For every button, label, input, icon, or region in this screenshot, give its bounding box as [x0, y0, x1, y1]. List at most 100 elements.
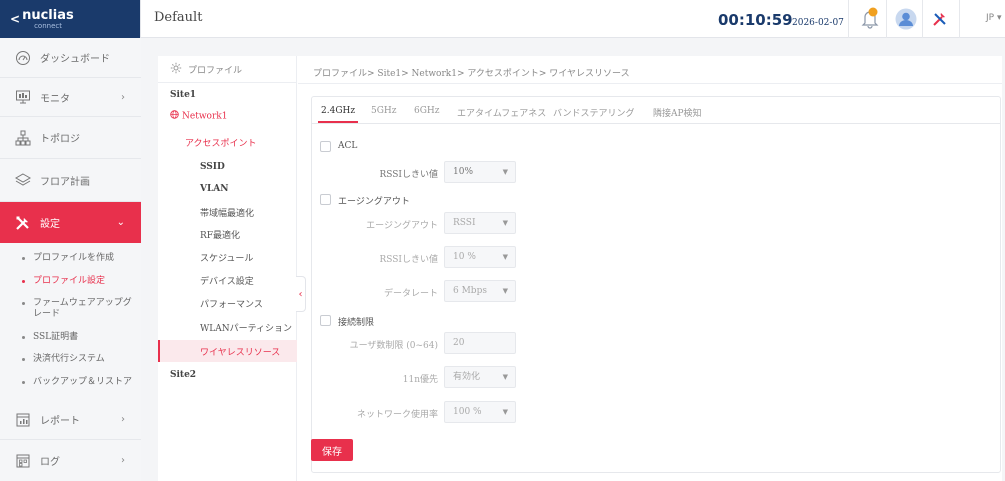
sidebar-item-settings[interactable]: 設定 ⌄ — [0, 202, 141, 243]
network-globe-icon — [170, 110, 179, 122]
sidebar-item-topology[interactable]: トポロジ — [0, 117, 141, 159]
tree-wireless-resource[interactable]: ワイヤレスリソース — [200, 345, 280, 358]
sidebar-item-log[interactable]: ログ › — [0, 440, 141, 481]
breadcrumb: プロファイル> Site1> Network1> アクセスポイント> ワイヤレス… — [313, 69, 630, 79]
acl-rssi-label: RSSIしきい値 — [379, 170, 438, 180]
aging-mode-label: エージングアウト — [366, 221, 438, 231]
tab-2-4ghz[interactable]: 2.4GHz — [321, 106, 355, 116]
acl-checkbox[interactable] — [320, 141, 331, 152]
tab-band-steering[interactable]: バンドステアリング — [553, 106, 634, 119]
sidebar-item-floor-plan[interactable]: フロア計画 — [0, 159, 141, 202]
network-usage-label: ネットワーク使用率 — [356, 410, 438, 420]
sidebar: < nuclias connect ダッシュボード モニタ › トポロジ フロア… — [0, 0, 141, 481]
profile-tree-heading: プロファイル — [188, 65, 243, 76]
floor-plan-icon — [14, 171, 32, 189]
logo-sub-text: connect — [34, 21, 62, 30]
chevron-down-icon: ⌄ — [116, 217, 125, 228]
tree-vlan[interactable]: VLAN — [200, 184, 229, 194]
main-card: プロファイル Site1 Network1 アクセスポイント SSID VLAN… — [158, 56, 1002, 481]
submenu-firmware-upgrade[interactable]: ファームウェアアップグ レード — [22, 298, 132, 320]
header-divider — [848, 0, 849, 38]
bullet-icon — [22, 336, 25, 339]
tree-site1[interactable]: Site1 — [170, 90, 196, 100]
bullet-icon — [22, 302, 25, 305]
aging-rssi-label: RSSIしきい値 — [379, 255, 438, 265]
sidebar-item-label: モニタ — [40, 93, 70, 105]
sidebar-item-label: ログ — [40, 457, 60, 468]
caret-down-icon: ▼ — [502, 287, 508, 295]
collapse-chevron-icon[interactable]: < — [10, 12, 20, 26]
conn-limit-label: 接続制限 — [338, 318, 375, 328]
sidebar-item-label: フロア計画 — [40, 176, 90, 188]
submenu-profile-settings[interactable]: プロファイル設定 — [22, 276, 105, 287]
bullet-icon — [22, 358, 25, 361]
submenu-backup-restore[interactable]: バックアップ＆リストア — [22, 377, 132, 388]
11n-pref-select[interactable]: 有効化 ▼ — [444, 366, 516, 388]
11n-pref-label: 11n優先 — [402, 375, 438, 385]
user-limit-label: ユーザ数制限 (0~64) — [349, 341, 438, 351]
aging-checkbox[interactable] — [320, 194, 331, 205]
aging-label: エージングアウト — [338, 197, 410, 207]
tree-bandwidth[interactable]: 帯域幅最適化 — [200, 206, 254, 219]
tools-icon[interactable] — [931, 10, 949, 28]
user-avatar-icon[interactable] — [895, 8, 917, 30]
notification-bell-icon[interactable] — [859, 6, 881, 30]
tab-6ghz[interactable]: 6GHz — [414, 106, 440, 116]
submenu-create-profile[interactable]: プロファイルを作成 — [22, 253, 114, 264]
tree-network1[interactable]: Network1 — [170, 110, 227, 122]
tree-access-point[interactable]: アクセスポイント — [185, 136, 257, 149]
bullet-icon — [22, 381, 25, 384]
log-icon — [14, 452, 32, 470]
bullet-icon — [22, 280, 25, 283]
collapse-panel-icon[interactable]: ‹ — [296, 276, 306, 312]
profile-tree-panel: プロファイル Site1 Network1 アクセスポイント SSID VLAN… — [158, 56, 297, 481]
settings-submenu: プロファイルを作成 プロファイル設定 ファームウェアアップグ レード SSL証明書… — [0, 243, 141, 400]
caret-down-icon: ▼ — [502, 253, 508, 261]
topology-icon — [14, 129, 32, 147]
tree-device-settings[interactable]: デバイス設定 — [200, 274, 254, 287]
tree-schedule[interactable]: スケジュール — [200, 251, 253, 264]
sidebar-item-dashboard[interactable]: ダッシュボード — [0, 38, 141, 78]
active-tab-indicator — [318, 121, 358, 123]
caret-down-icon: ▼ — [502, 373, 508, 381]
chevron-right-icon: › — [121, 455, 125, 466]
sidebar-item-label: ダッシュボード — [40, 54, 110, 65]
tab-5ghz[interactable]: 5GHz — [371, 106, 397, 116]
data-rate-select[interactable]: 6 Mbps ▼ — [444, 280, 516, 302]
conn-limit-checkbox[interactable] — [320, 315, 331, 326]
sidebar-item-monitor[interactable]: モニタ › — [0, 78, 141, 117]
submenu-payment-gateway[interactable]: 決済代行システム — [22, 354, 105, 365]
language-select[interactable]: JP ▾ — [986, 13, 1001, 23]
settings-tools-icon — [14, 214, 32, 232]
acl-rssi-select[interactable]: 10% ▼ — [444, 161, 516, 183]
header-divider — [922, 0, 923, 38]
tree-wlan-partition[interactable]: WLANパーティション — [200, 321, 292, 334]
save-button[interactable]: 保存 — [311, 439, 353, 461]
tree-performance[interactable]: パフォーマンス — [200, 297, 263, 310]
profile-gear-icon — [170, 62, 182, 77]
aging-rssi-select[interactable]: 10 % ▼ — [444, 246, 516, 268]
nuclias-logo[interactable]: < nuclias connect — [0, 0, 140, 38]
tree-site2[interactable]: Site2 — [170, 370, 196, 380]
logo-main-text: nuclias — [22, 7, 74, 23]
breadcrumb-divider — [298, 83, 1002, 84]
tab-neighbor-ap[interactable]: 隣接AP検知 — [653, 106, 702, 119]
tree-ssid[interactable]: SSID — [200, 162, 225, 172]
tree-rf[interactable]: RF最適化 — [200, 228, 240, 241]
top-header: Default 00:10:59 2026-02-07 JP ▾ — [141, 0, 1005, 38]
wireless-resource-panel: 2.4GHz 5GHz 6GHz エアタイムフェアネス バンドステアリング 隣接… — [311, 96, 1001, 473]
sidebar-item-label: 設定 — [40, 219, 60, 230]
sidebar-item-label: トポロジ — [40, 134, 80, 145]
chevron-right-icon: › — [121, 414, 125, 425]
header-divider — [886, 0, 887, 38]
aging-mode-select[interactable]: RSSI ▼ — [444, 212, 516, 234]
network-usage-select[interactable]: 100 % ▼ — [444, 401, 516, 423]
caret-down-icon: ▼ — [502, 408, 508, 416]
caret-down-icon: ▼ — [502, 219, 508, 227]
tab-airtime-fairness[interactable]: エアタイムフェアネス — [457, 106, 546, 119]
submenu-ssl-certificate[interactable]: SSL証明書 — [22, 332, 78, 343]
user-limit-input[interactable]: 20 — [444, 332, 516, 354]
acl-label: ACL — [338, 141, 358, 151]
data-rate-label: データレート — [383, 289, 438, 299]
sidebar-item-report[interactable]: レポート › — [0, 400, 141, 440]
